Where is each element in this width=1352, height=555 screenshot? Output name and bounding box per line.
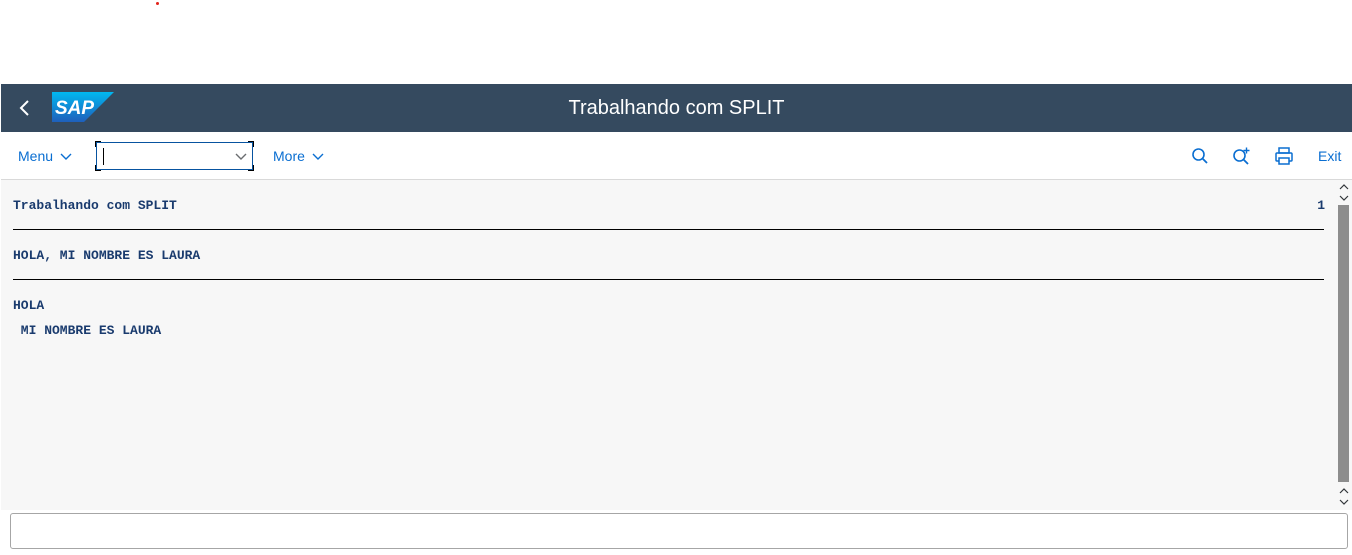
more-button[interactable]: More <box>273 132 325 179</box>
shell-bar: SAP Trabalhando com SPLIT <box>1 84 1352 132</box>
scroll-down-button[interactable] <box>1339 498 1349 506</box>
scroll-thumb[interactable] <box>1338 205 1349 482</box>
list-line: HOLA, MI NOMBRE ES LAURA <box>13 248 201 263</box>
chevron-down-icon <box>1339 195 1349 201</box>
print-icon <box>1275 147 1293 165</box>
chevron-up-icon <box>1339 184 1349 190</box>
command-input[interactable] <box>101 146 226 166</box>
find-next-button[interactable] <box>1230 145 1252 167</box>
list-line: MI NOMBRE ES LAURA <box>13 323 162 338</box>
focus-corner <box>95 165 101 171</box>
exit-button[interactable]: Exit <box>1318 132 1341 179</box>
status-bar <box>10 513 1348 549</box>
scroll-up-button[interactable] <box>1339 183 1349 191</box>
scroll-page-up-button[interactable] <box>1339 487 1349 495</box>
chevron-down-icon <box>312 153 324 160</box>
divider <box>13 279 1324 280</box>
page-number: 1 <box>1317 198 1325 213</box>
report-heading: Trabalhando com SPLIT <box>13 198 177 213</box>
exit-button-label: Exit <box>1318 147 1342 164</box>
search-icon <box>1192 148 1208 164</box>
more-button-label: More <box>273 147 305 164</box>
chevron-down-icon[interactable] <box>234 149 248 163</box>
text-caret <box>103 148 104 165</box>
scroll-page-down-button[interactable] <box>1339 194 1349 202</box>
print-button[interactable] <box>1273 145 1295 167</box>
list-output: Trabalhando com SPLIT 1 HOLA, MI NOMBRE … <box>1 180 1336 510</box>
toolbar: Menu More Exit <box>1 132 1352 180</box>
find-button[interactable] <box>1189 145 1211 167</box>
chevron-down-icon <box>1339 499 1349 505</box>
command-field[interactable] <box>95 141 254 171</box>
list-line: HOLA <box>13 298 45 313</box>
page-title: Trabalhando com SPLIT <box>568 97 785 119</box>
divider <box>13 229 1324 230</box>
chevron-down-icon <box>60 153 72 160</box>
menu-button-label: Menu <box>18 147 54 164</box>
red-marker-dot <box>156 2 159 5</box>
search-plus-icon <box>1233 147 1250 165</box>
focus-corner <box>95 141 101 147</box>
chevron-up-icon <box>1339 488 1349 494</box>
focus-corner <box>248 165 254 171</box>
menu-button[interactable]: Menu <box>18 132 73 179</box>
focus-corner <box>248 141 254 147</box>
vertical-scrollbar[interactable] <box>1336 180 1352 510</box>
